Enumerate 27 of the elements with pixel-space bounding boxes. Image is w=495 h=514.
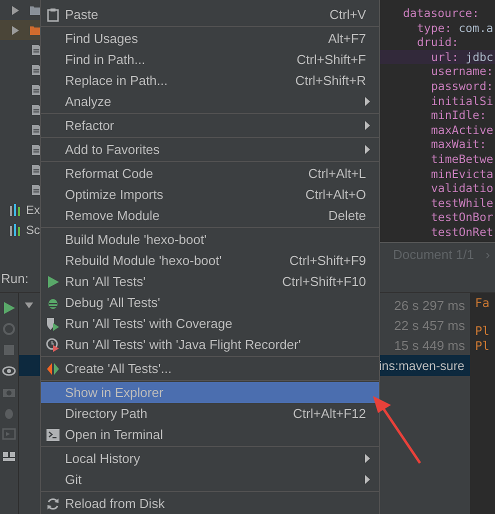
code-line: maxActive: [430, 122, 494, 138]
shortcut-label: Ctrl+Alt+F12: [293, 406, 366, 421]
code-line: minEvicta: [430, 166, 494, 182]
code-line: password:: [430, 78, 494, 94]
code-line: timeBetwe: [430, 152, 494, 167]
shortcut-label: Ctrl+Shift+F: [296, 52, 366, 67]
code-line: minIdle:: [430, 108, 488, 123]
code-line: validatio: [430, 181, 494, 196]
shortcut-label: Ctrl+Shift+F10: [282, 274, 366, 289]
code-line: testOnBor: [430, 210, 494, 225]
code-line: druid:: [416, 35, 460, 50]
shortcut-label: Delete: [328, 208, 366, 223]
shortcut-label: Ctrl+Alt+L: [308, 166, 366, 181]
code-line: username:: [430, 64, 494, 79]
run-title: Run:: [1, 271, 28, 286]
shortcut-label: Ctrl+Shift+R: [295, 73, 366, 88]
shortcut-label: Ctrl+Alt+O: [305, 187, 366, 202]
code-line: type: com.a: [416, 20, 494, 36]
shortcut-label: Ctrl+Shift+F9: [289, 253, 366, 268]
console-output: Fa Pl Pl: [470, 293, 495, 514]
code-line: initialSi: [430, 94, 494, 108]
code-line: testOnRet: [430, 224, 494, 240]
code-line: datasource:: [402, 6, 480, 21]
shortcut-label: Alt+F7: [328, 31, 366, 46]
code-line: maxWait:: [430, 137, 488, 152]
shortcut-label: Ctrl+V: [330, 7, 366, 22]
code-line: testWhile: [430, 196, 494, 210]
